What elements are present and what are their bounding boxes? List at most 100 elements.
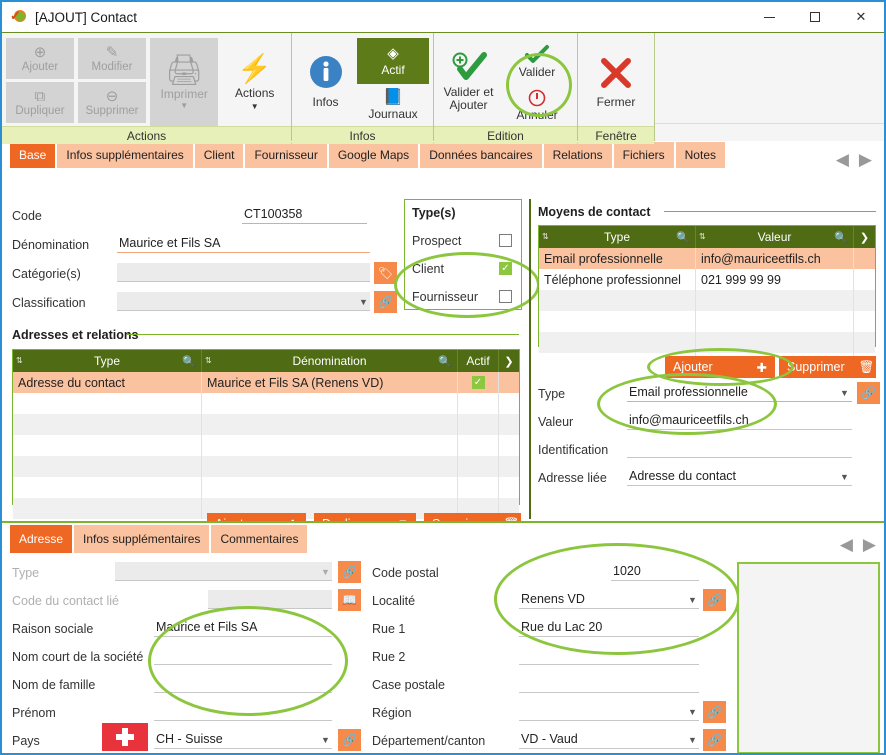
ribbon-button-modifier[interactable]: ✎ Modifier: [78, 38, 146, 79]
tab-fournisseur[interactable]: Fournisseur: [245, 142, 326, 168]
nav-next-icon[interactable]: ▶: [859, 151, 872, 168]
table-row-empty[interactable]: [13, 456, 519, 477]
tab-google-maps[interactable]: Google Maps: [329, 142, 418, 168]
ribbon-button-supprimer[interactable]: ⊖ Supprimer: [78, 82, 146, 123]
nav-prev-icon[interactable]: ◀: [836, 151, 849, 168]
ribbon-button-annuler[interactable]: Annuler: [501, 84, 573, 126]
table-row[interactable]: Email professionnelle info@mauriceetfils…: [539, 248, 875, 269]
magnifier-icon[interactable]: 🔍: [676, 231, 690, 244]
ribbon-button-journaux[interactable]: 📘 Journaux: [357, 84, 429, 126]
table-row-empty[interactable]: [13, 393, 519, 414]
minimize-button[interactable]: [746, 2, 792, 32]
nom-famille-input[interactable]: [154, 674, 332, 693]
tab-base[interactable]: Base: [10, 142, 55, 168]
addresses-column-denomination[interactable]: ⇅ Dénomination 🔍: [202, 350, 458, 372]
checkbox-fournisseur[interactable]: [499, 290, 512, 303]
tab-infos-supplementaires[interactable]: Infos supplémentaires: [57, 142, 192, 168]
link-icon[interactable]: 🔗: [338, 561, 361, 583]
ribbon-button-valider-et-ajouter[interactable]: Valider et Ajouter: [438, 38, 499, 126]
book-icon[interactable]: 📖: [338, 589, 361, 611]
table-row-empty[interactable]: [539, 311, 875, 332]
rue-1-input[interactable]: [519, 618, 699, 637]
tab-notes[interactable]: Notes: [676, 142, 725, 168]
pays-select[interactable]: [154, 730, 332, 749]
chevron-down-icon[interactable]: ▼: [688, 735, 697, 745]
ribbon-button-infos[interactable]: Infos: [296, 38, 355, 126]
chevron-down-icon[interactable]: ▼: [840, 388, 849, 398]
contacts-column-type[interactable]: ⇅ Type 🔍: [539, 226, 696, 248]
tab-commentaires[interactable]: Commentaires: [211, 525, 307, 553]
tab-relations[interactable]: Relations: [544, 142, 612, 168]
contact-valeur-input[interactable]: [627, 411, 852, 430]
checkbox-prospect[interactable]: [499, 234, 512, 247]
table-row-empty[interactable]: [13, 414, 519, 435]
code-postal-input[interactable]: [611, 562, 699, 581]
departement-canton-select[interactable]: [519, 730, 699, 749]
addresses-column-expander[interactable]: ❯: [499, 350, 519, 372]
chevron-down-icon[interactable]: ▼: [688, 595, 697, 605]
addresses-column-actif[interactable]: Actif: [458, 350, 499, 372]
tab-adresse[interactable]: Adresse: [10, 525, 72, 553]
code-contact-lie-input[interactable]: [208, 590, 332, 609]
ribbon-button-ajouter[interactable]: ⊕ Ajouter: [6, 38, 74, 79]
link-icon[interactable]: 🔗: [703, 729, 726, 751]
nav-next-icon[interactable]: ▶: [863, 536, 876, 553]
link-icon[interactable]: 🔗: [374, 291, 397, 313]
column-label: Valeur: [758, 230, 792, 244]
tab-client[interactable]: Client: [195, 142, 244, 168]
link-icon[interactable]: 🔗: [857, 382, 880, 404]
chevron-down-icon[interactable]: ▼: [359, 297, 368, 307]
table-row[interactable]: Adresse du contact Maurice et Fils SA (R…: [13, 372, 519, 393]
identification-input[interactable]: [627, 439, 852, 458]
ribbon-button-imprimer[interactable]: 🖨 Imprimer ▼: [150, 38, 218, 126]
link-icon[interactable]: 🔗: [703, 589, 726, 611]
tag-icon[interactable]: 🏷: [374, 262, 397, 284]
magnifier-icon[interactable]: 🔍: [182, 355, 196, 368]
ribbon-button-valider[interactable]: Valider: [501, 38, 573, 84]
table-row[interactable]: Téléphone professionnel 021 999 99 99: [539, 269, 875, 290]
adresse-liee-select[interactable]: [627, 467, 852, 486]
tab-fichiers[interactable]: Fichiers: [614, 142, 674, 168]
link-icon[interactable]: 🔗: [338, 729, 361, 751]
table-row-empty[interactable]: [13, 435, 519, 456]
nom-court-societe-input[interactable]: [154, 646, 332, 665]
contacts-delete-button[interactable]: Supprimer 🗑: [779, 356, 876, 378]
ribbon-button-actif[interactable]: ◈ Actif: [357, 38, 429, 84]
region-select[interactable]: [519, 702, 699, 721]
contacts-column-expander[interactable]: ❯: [854, 226, 875, 248]
maximize-button[interactable]: [792, 2, 838, 32]
chevron-down-icon[interactable]: ▼: [321, 567, 330, 577]
denomination-input[interactable]: [117, 234, 370, 253]
classification-select[interactable]: [117, 292, 370, 311]
raison-sociale-input[interactable]: [154, 618, 332, 637]
chevron-down-icon[interactable]: ▼: [688, 707, 697, 717]
tab-donnees-bancaires[interactable]: Données bancaires: [420, 142, 541, 168]
chevron-down-icon[interactable]: ▼: [840, 472, 849, 482]
categories-input[interactable]: [117, 263, 370, 282]
address-preview-box[interactable]: [737, 562, 880, 754]
addresses-column-type[interactable]: ⇅ Type 🔍: [13, 350, 202, 372]
prenom-input[interactable]: [154, 702, 332, 721]
localite-select[interactable]: [519, 590, 699, 609]
chevron-down-icon[interactable]: ▼: [321, 735, 330, 745]
code-input[interactable]: [242, 205, 367, 224]
contact-type-select[interactable]: [627, 383, 852, 402]
link-icon[interactable]: 🔗: [703, 701, 726, 723]
magnifier-icon[interactable]: 🔍: [438, 355, 452, 368]
nav-prev-icon[interactable]: ◀: [840, 536, 853, 553]
contacts-column-valeur[interactable]: ⇅ Valeur 🔍: [696, 226, 854, 248]
tab-address-infos-supplementaires[interactable]: Infos supplémentaires: [74, 525, 209, 553]
table-row-empty[interactable]: [13, 477, 519, 498]
address-type-select[interactable]: [115, 562, 332, 581]
contacts-add-button[interactable]: Ajouter ✚: [665, 356, 775, 378]
table-row-empty[interactable]: [539, 290, 875, 311]
ribbon-button-dupliquer[interactable]: ⧉ Dupliquer: [6, 82, 74, 123]
ribbon-button-fermer[interactable]: Fermer: [582, 38, 650, 126]
magnifier-icon[interactable]: 🔍: [834, 231, 848, 244]
close-button[interactable]: ✕: [838, 2, 884, 32]
case-postale-input[interactable]: [519, 674, 699, 693]
rue-2-input[interactable]: [519, 646, 699, 665]
table-row-empty[interactable]: [539, 332, 875, 353]
checkbox-client[interactable]: ✓: [499, 262, 512, 275]
ribbon-button-actions[interactable]: ⚡ Actions ▼: [222, 38, 287, 126]
